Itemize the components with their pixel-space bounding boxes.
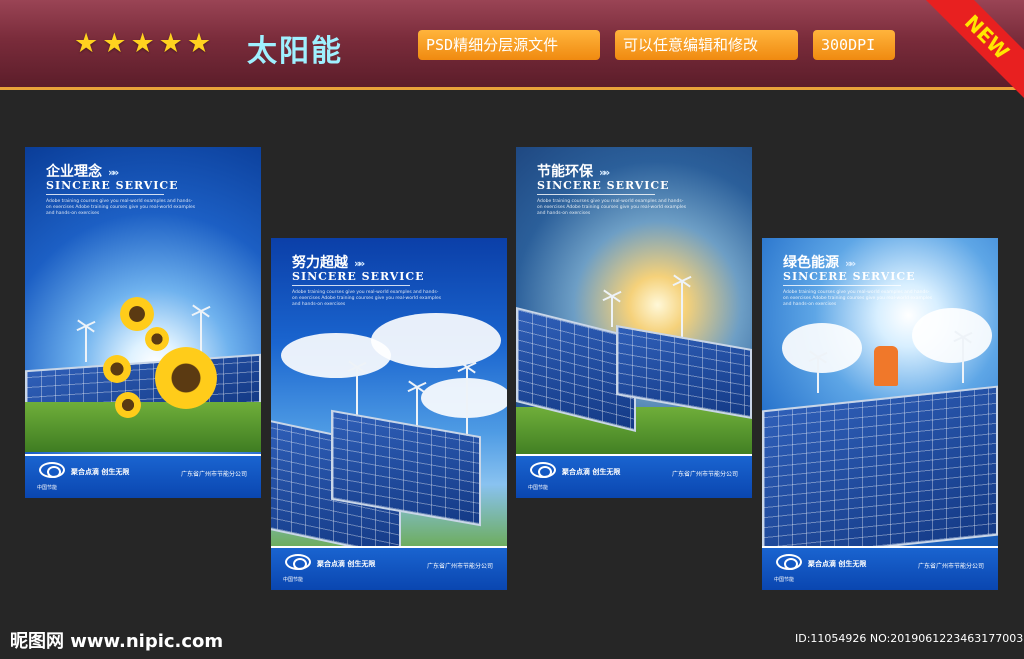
- wind-turbine-icon: [466, 368, 468, 438]
- poster-footer: 中国节能 聚合点滴 创生无限 广东省广州市节能分公司: [25, 454, 261, 498]
- star-icon: ★: [102, 28, 127, 59]
- badge-dpi: 300DPI: [813, 30, 895, 60]
- cloud: [421, 378, 507, 418]
- cloud: [782, 323, 862, 373]
- sunflower-icon: [145, 327, 169, 351]
- poster-title: 企业理念»»: [46, 164, 119, 180]
- poster-subtitle: SINCERE SERVICE: [292, 270, 425, 283]
- header-banner: ★ ★ ★ ★ ★ 太阳能 PSD精细分层源文件 可以任意编辑和修改 300DP…: [0, 0, 1024, 100]
- logo-text: 中国节能: [37, 485, 58, 491]
- poster-subtitle: SINCERE SERVICE: [783, 270, 916, 283]
- poster-2: 努力超越»» SINCERE SERVICE Adobe training co…: [271, 238, 507, 590]
- company-name: 广东省广州市节能分公司: [180, 471, 247, 478]
- cloud: [912, 308, 992, 363]
- poster-subtitle: SINCERE SERVICE: [46, 179, 179, 192]
- poster-body: Adobe training courses give you real-wor…: [292, 290, 442, 307]
- company-name: 广东省广州市节能分公司: [917, 563, 984, 570]
- poster-4: 绿色能源»» SINCERE SERVICE Adobe training co…: [762, 238, 998, 590]
- star-icon: ★: [130, 28, 155, 59]
- star-icon: ★: [158, 28, 183, 59]
- wind-turbine-icon: [681, 282, 683, 342]
- sunflower-icon: [103, 355, 131, 383]
- chevron-icon: »»: [108, 166, 119, 179]
- wind-turbine-icon: [962, 338, 964, 383]
- divider: [46, 194, 164, 195]
- page-title: 太阳能: [247, 34, 343, 69]
- poster-title: 节能环保»»: [537, 164, 610, 180]
- sunflower-icon: [155, 347, 217, 409]
- slogan: 聚合点滴 创生无限: [317, 560, 376, 568]
- watermark-id: ID:11054926 NO:20190612234631770031: [795, 632, 1024, 645]
- grass: [25, 402, 261, 452]
- badge-editable: 可以任意编辑和修改: [615, 30, 798, 60]
- logo-text: 中国节能: [283, 577, 304, 583]
- divider: [783, 285, 901, 286]
- slogan: 聚合点滴 创生无限: [808, 560, 867, 568]
- company-name: 广东省广州市节能分公司: [426, 563, 493, 570]
- poster-footer: 中国节能 聚合点滴 创生无限 广东省广州市节能分公司: [516, 454, 752, 498]
- rating-stars: ★ ★ ★ ★ ★: [74, 30, 211, 57]
- logo-text: 中国节能: [528, 485, 549, 491]
- divider: [292, 285, 410, 286]
- solar-panel: [762, 385, 998, 561]
- new-label: NEW: [924, 0, 1024, 100]
- wind-turbine-icon: [817, 358, 819, 393]
- chevron-icon: »»: [354, 257, 365, 270]
- poster-body: Adobe training courses give you real-wor…: [537, 199, 687, 216]
- chevron-icon: »»: [599, 166, 610, 179]
- poster-1: 企业理念»» SINCERE SERVICE Adobe training co…: [25, 147, 261, 498]
- slogan: 聚合点滴 创生无限: [562, 468, 621, 476]
- poster-title: 绿色能源»»: [783, 255, 856, 271]
- poster-title: 努力超越»»: [292, 255, 365, 271]
- watermark-brand: 昵图网 www.nipic.com: [10, 631, 224, 652]
- poster-body: Adobe training courses give you real-wor…: [783, 290, 933, 307]
- wind-turbine-icon: [611, 297, 613, 327]
- logo-icon: [39, 462, 65, 478]
- cloud: [371, 313, 501, 368]
- poster-3: 节能环保»» SINCERE SERVICE Adobe training co…: [516, 147, 752, 498]
- divider: [537, 194, 655, 195]
- star-icon: ★: [74, 28, 99, 59]
- sunflower-icon: [120, 297, 154, 331]
- poster-footer: 中国节能 聚合点滴 创生无限 广东省广州市节能分公司: [271, 546, 507, 590]
- poster-footer: 中国节能 聚合点滴 创生无限 广东省广州市节能分公司: [762, 546, 998, 590]
- poster-body: Adobe training courses give you real-wor…: [46, 199, 196, 216]
- poster-subtitle: SINCERE SERVICE: [537, 179, 670, 192]
- logo-icon: [776, 554, 802, 570]
- badge-psd: PSD精细分层源文件: [418, 30, 600, 60]
- worker-figure: [874, 346, 898, 386]
- logo-icon: [530, 462, 556, 478]
- chevron-icon: »»: [845, 257, 856, 270]
- wind-turbine-icon: [85, 327, 87, 362]
- company-name: 广东省广州市节能分公司: [671, 471, 738, 478]
- sunflower-icon: [115, 392, 141, 418]
- slogan: 聚合点滴 创生无限: [71, 468, 130, 476]
- logo-text: 中国节能: [774, 577, 795, 583]
- logo-icon: [285, 554, 311, 570]
- star-icon: ★: [186, 28, 212, 59]
- new-ribbon: NEW: [924, 0, 1024, 100]
